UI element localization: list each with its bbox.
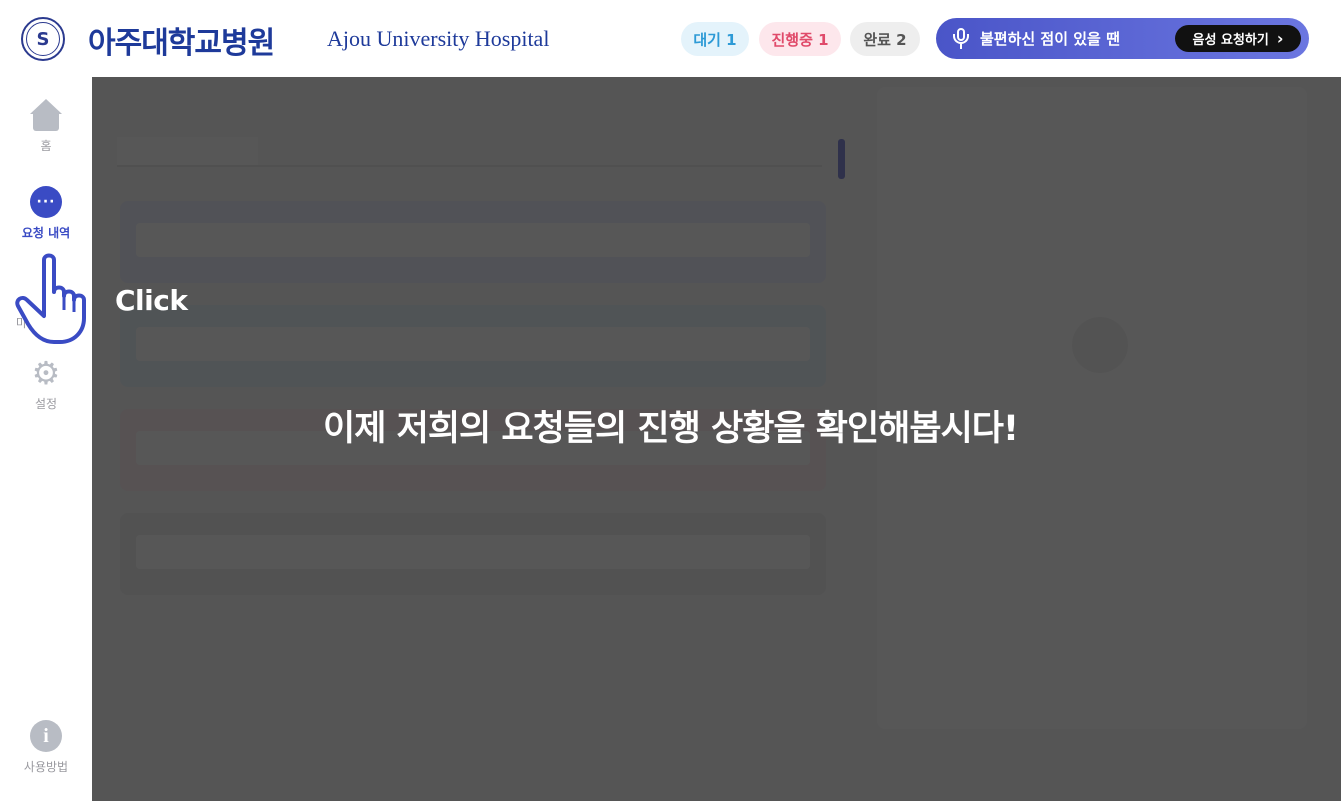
- sidebar-item-label: 사용방법: [23, 760, 69, 774]
- microphone-icon: [952, 27, 970, 50]
- hospital-name-english: Ajou University Hospital: [327, 26, 550, 51]
- sidebar-item-requests[interactable]: ··· 요청 내역: [0, 186, 92, 241]
- info-icon: i: [30, 720, 62, 752]
- voice-request-bar[interactable]: 불편하신 점이 있을 땐 음성 요청하기 ›: [936, 18, 1309, 59]
- voice-request-button-label: 음성 요청하기: [1192, 33, 1269, 48]
- home-icon: [30, 99, 62, 131]
- voice-prompt-text: 불편하신 점이 있을 땐: [980, 30, 1120, 48]
- tutorial-message: 이제 저희의 요청들의 진행 상황을 확인해봅시다!: [323, 409, 1019, 449]
- status-done-badge[interactable]: 완료 2: [850, 22, 920, 56]
- hospital-name-korean: 아주대학교병원: [88, 26, 275, 61]
- chevron-right-icon: ›: [1276, 29, 1284, 48]
- hospital-emblem-icon: S: [21, 17, 65, 61]
- emblem-glyph: S: [26, 22, 60, 56]
- status-waiting-badge[interactable]: 대기 1: [681, 22, 749, 56]
- chat-icon: ···: [30, 186, 62, 218]
- sidebar-item-label: 요청 내역: [21, 226, 71, 240]
- top-header: S 아주대학교병원 Ajou University Hospital 대기 1 …: [0, 0, 1341, 77]
- tutorial-click-label: Click: [115, 284, 188, 317]
- voice-request-button[interactable]: 음성 요청하기 ›: [1175, 25, 1301, 52]
- sidebar-item-label: 홈: [40, 139, 52, 153]
- status-in-progress-badge[interactable]: 진행중 1: [759, 22, 841, 56]
- sidebar-item-home[interactable]: 홈: [0, 99, 92, 154]
- gear-icon: ⚙: [31, 354, 61, 392]
- app-root: S 아주대학교병원 Ajou University Hospital 대기 1 …: [0, 0, 1341, 801]
- pointing-hand-icon: [15, 253, 86, 344]
- sidebar-item-help[interactable]: i 사용방법: [0, 720, 92, 775]
